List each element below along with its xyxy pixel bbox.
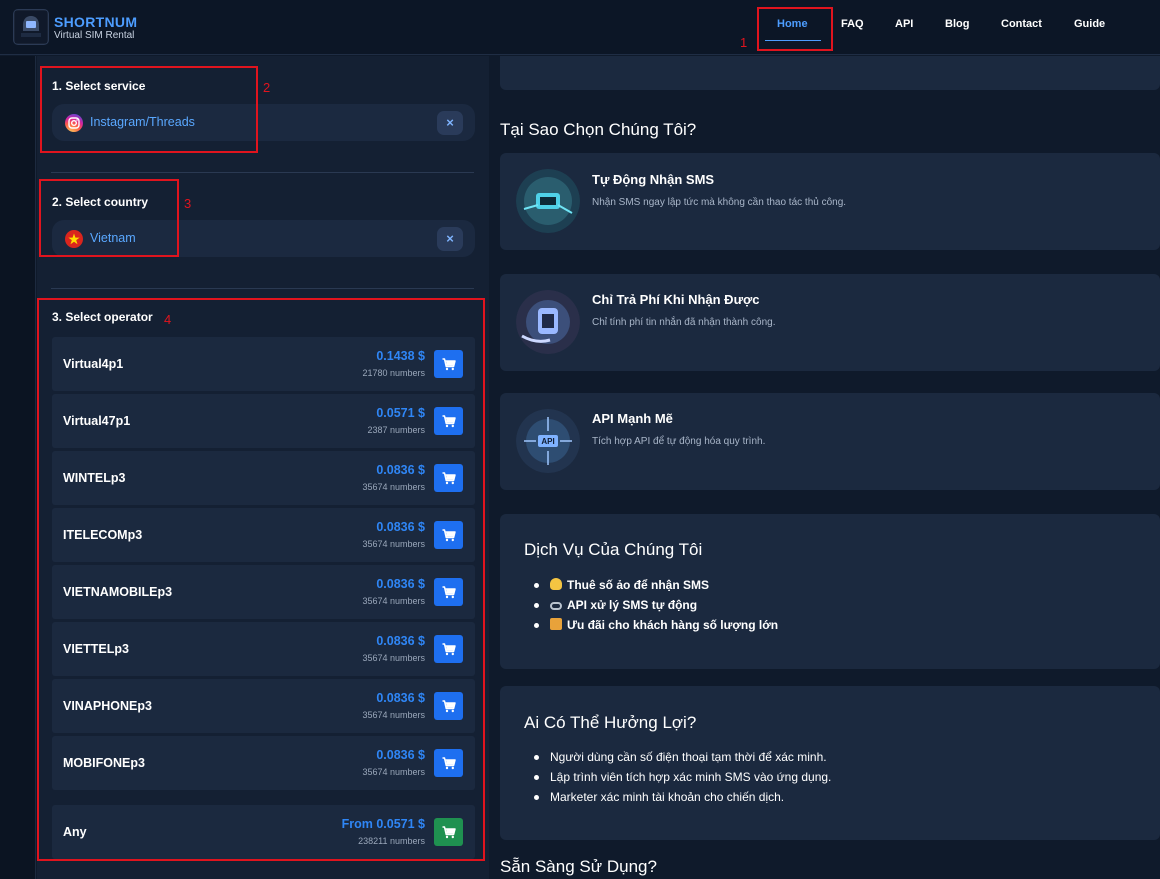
list-item: Ưu đãi cho khách hàng số lượng lớn — [532, 615, 778, 635]
logo[interactable] — [13, 9, 49, 45]
why-title: Tại Sao Chọn Chúng Tôi? — [500, 120, 697, 139]
clear-service-button[interactable]: × — [437, 111, 463, 135]
annotation-box — [757, 7, 833, 51]
annotation-box — [39, 179, 179, 257]
feature-title: Chỉ Trả Phí Khi Nhận Được — [592, 292, 760, 307]
clear-country-button[interactable]: × — [437, 227, 463, 251]
brand-name[interactable]: SHORTNUM — [54, 14, 137, 30]
feature-desc: Nhận SMS ngay lập tức mà không cần thao … — [592, 197, 847, 208]
feature-card: Tự Động Nhận SMS Nhận SMS ngay lập tức m… — [500, 153, 1160, 250]
list-item: Người dùng cần số điện thoại tạm thời để… — [532, 747, 831, 767]
beneficiaries-list: Người dùng cần số điện thoại tạm thời để… — [532, 747, 831, 807]
beneficiaries-card: Ai Có Thể Hưởng Lợi? Người dùng cần số đ… — [500, 686, 1160, 840]
left-gutter — [0, 56, 36, 879]
feature-title: Tự Động Nhận SMS — [592, 172, 715, 187]
feature-title: API Mạnh Mẽ — [592, 411, 673, 426]
lightbulb-icon — [550, 578, 562, 590]
nav-guide[interactable]: Guide — [1074, 18, 1105, 30]
top-navbar: SHORTNUM Virtual SIM Rental Home FAQ API… — [0, 0, 1160, 55]
ready-title: Sẵn Sàng Sử Dụng? — [500, 857, 657, 876]
feature-desc: Tích hợp API để tự động hóa quy trình. — [592, 436, 766, 447]
nav-contact[interactable]: Contact — [1001, 18, 1042, 30]
link-icon — [550, 602, 562, 610]
logo-icon — [15, 11, 47, 43]
nav-blog[interactable]: Blog — [945, 18, 969, 30]
nav-api[interactable]: API — [895, 18, 913, 30]
services-list: Thuê số ảo để nhận SMS API xử lý SMS tự … — [532, 575, 778, 635]
feature-card: Chỉ Trả Phí Khi Nhận Được Chỉ tính phí t… — [500, 274, 1160, 371]
list-item-text: Ưu đãi cho khách hàng số lượng lớn — [567, 618, 779, 632]
list-item: Marketer xác minh tài khoản cho chiến dị… — [532, 787, 831, 807]
list-item: Thuê số ảo để nhận SMS — [532, 575, 778, 595]
services-card: Dịch Vụ Của Chúng Tôi Thuê số ảo để nhận… — [500, 514, 1160, 669]
api-icon: API — [516, 409, 580, 473]
brand-subtitle: Virtual SIM Rental — [54, 30, 135, 41]
refund-icon — [516, 290, 580, 354]
feature-desc: Chỉ tính phí tin nhắn đã nhận thành công… — [592, 317, 776, 328]
feature-card: API API Mạnh Mẽ Tích hợp API để tự động … — [500, 393, 1160, 490]
annotation-box — [40, 66, 258, 153]
gift-icon — [550, 618, 562, 630]
list-item: API xử lý SMS tự động — [532, 595, 778, 615]
svg-text:API: API — [541, 437, 554, 446]
annotation-label: 3 — [184, 196, 192, 211]
beneficiaries-title: Ai Có Thể Hưởng Lợi? — [524, 713, 697, 732]
list-item-text: Thuê số ảo để nhận SMS — [567, 578, 710, 592]
services-title: Dịch Vụ Của Chúng Tôi — [524, 540, 703, 559]
nav-faq[interactable]: FAQ — [841, 18, 864, 30]
top-card — [500, 56, 1160, 90]
list-item: Lập trình viên tích hợp xác minh SMS vào… — [532, 767, 831, 787]
annotation-label: 2 — [263, 80, 271, 95]
annotation-label: 4 — [164, 312, 172, 327]
annotation-box — [37, 298, 485, 861]
divider — [51, 288, 474, 289]
divider — [51, 172, 474, 173]
annotation-label: 1 — [740, 35, 748, 50]
sms-chip-icon — [516, 169, 580, 233]
list-item-text: API xử lý SMS tự động — [567, 598, 698, 612]
